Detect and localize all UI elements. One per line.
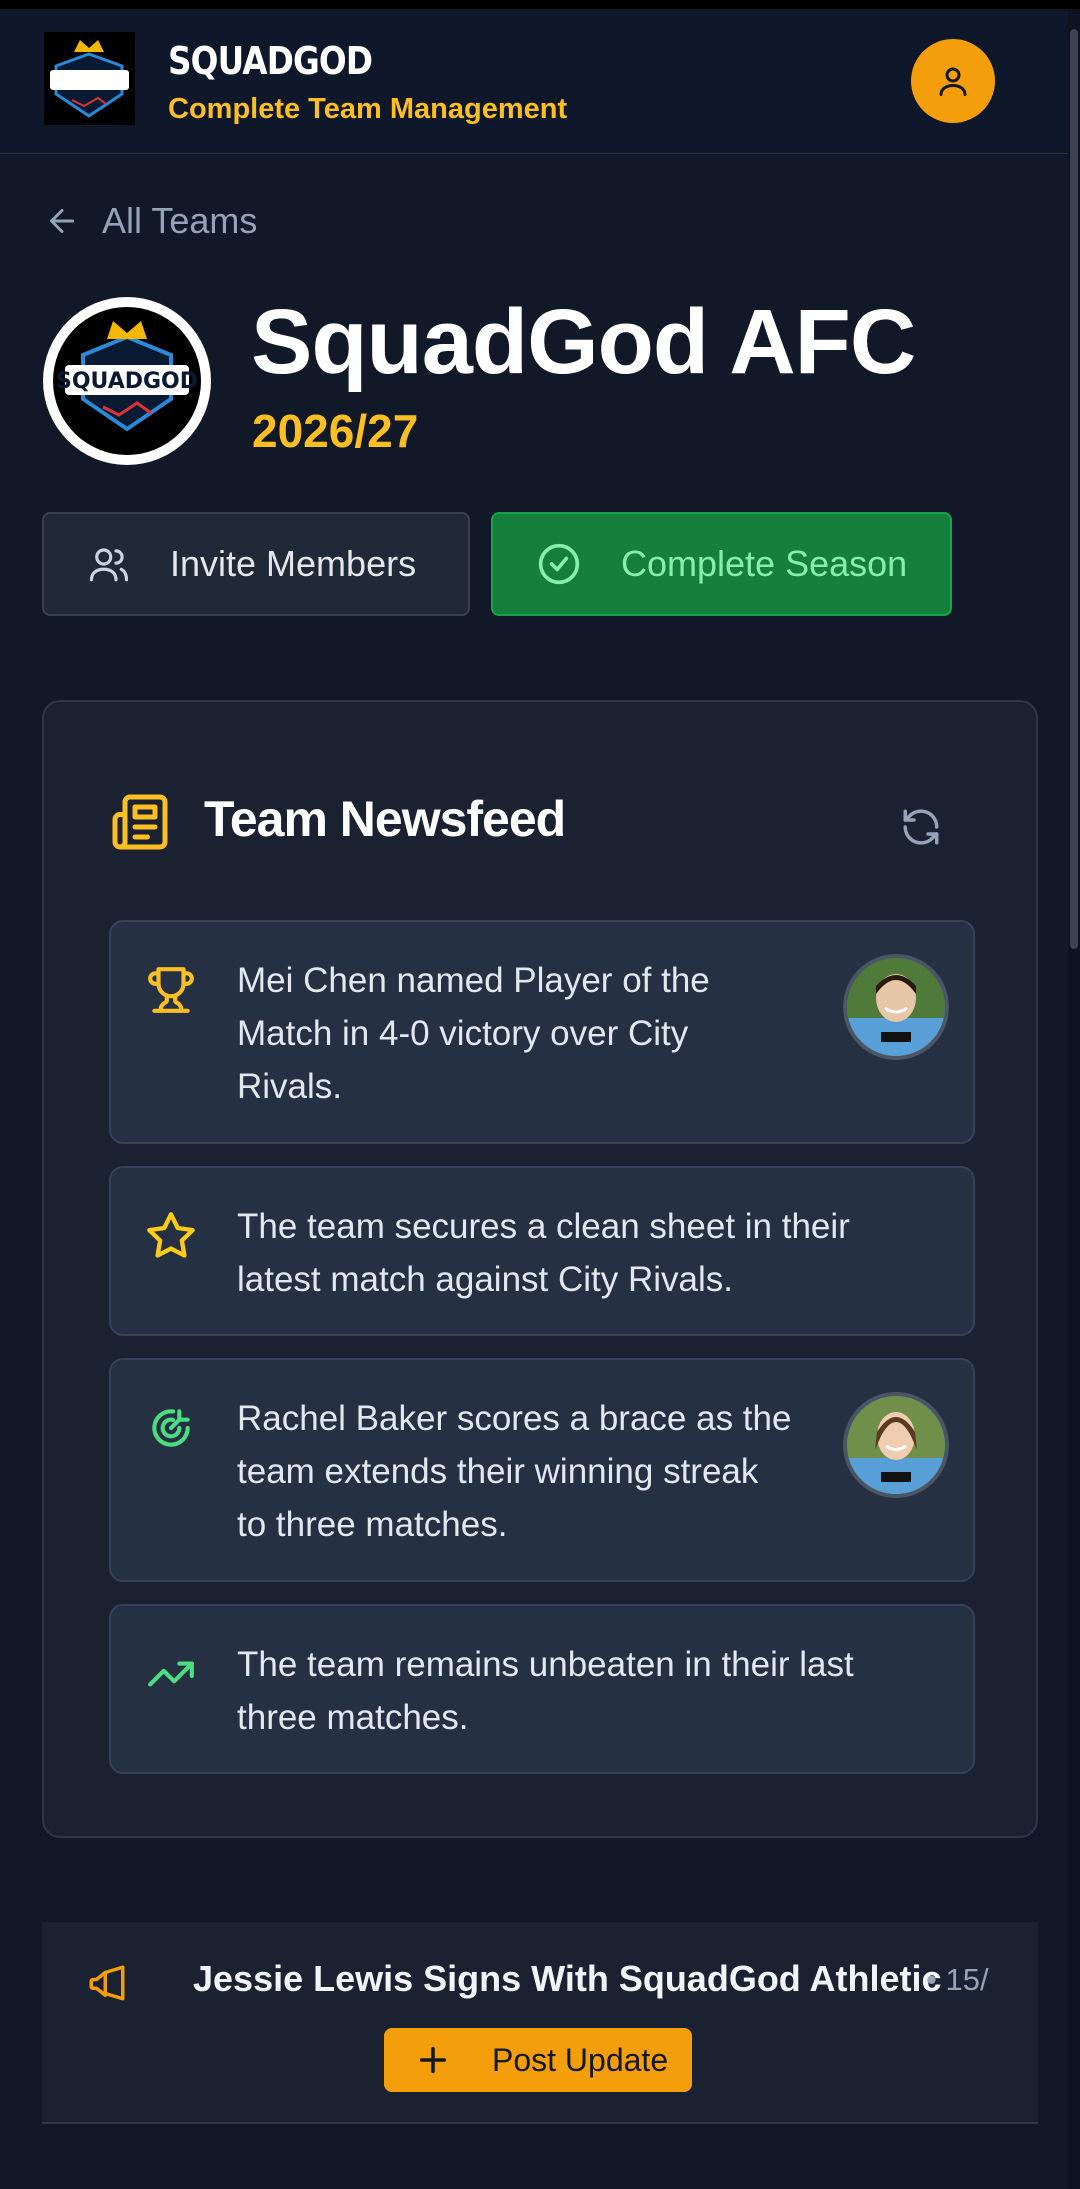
team-logo-text: SQUADGOD: [56, 369, 198, 394]
team-newsfeed-card: Team Newsfeed Mei Chen named Player of t…: [42, 700, 1038, 1838]
refresh-icon[interactable]: [900, 806, 942, 853]
team-name: SquadGod AFC: [251, 291, 916, 393]
user-icon: [939, 67, 967, 96]
back-label: All Teams: [102, 200, 258, 241]
back-to-all-teams-link[interactable]: All Teams: [44, 200, 257, 242]
invite-members-button[interactable]: Invite Members: [42, 512, 470, 616]
news-item[interactable]: Mei Chen named Player of the Match in 4-…: [109, 920, 975, 1144]
scrollbar[interactable]: [1068, 9, 1080, 2189]
announcement-banner: Jessie Lewis Signs With SquadGod Athleti…: [42, 1922, 1038, 2124]
trophy-icon: [145, 964, 197, 1016]
player-avatar[interactable]: [843, 954, 949, 1060]
app-header: SQUADGOD Complete Team Management: [0, 9, 1068, 154]
post-update-button[interactable]: Post Update: [384, 2028, 692, 2092]
scrollbar-thumb[interactable]: [1070, 29, 1078, 949]
team-season: 2026/27: [252, 405, 419, 457]
news-item[interactable]: The team secures a clean sheet in their …: [109, 1166, 975, 1336]
news-item-text: The team secures a clean sheet in their …: [237, 1207, 850, 1299]
player-avatar[interactable]: [843, 1392, 949, 1498]
announcement-text[interactable]: Jessie Lewis Signs With SquadGod Athleti…: [193, 1958, 941, 2000]
brand-tagline: Complete Team Management: [168, 93, 568, 125]
post-update-label: Post Update: [492, 2041, 669, 2078]
user-menu-button[interactable]: [911, 39, 995, 123]
news-item[interactable]: The team remains unbeaten in their last …: [109, 1604, 975, 1774]
news-item-text: The team remains unbeaten in their last …: [237, 1645, 854, 1737]
check-circle-icon: [538, 543, 580, 585]
team-crest-icon: SQUADGOD: [56, 321, 198, 432]
arrow-left-icon: [50, 209, 74, 233]
top-strip: [0, 0, 1080, 9]
invite-members-label: Invite Members: [170, 543, 417, 584]
brand-name: SQUADGOD: [168, 39, 373, 83]
news-item-text: Mei Chen named Player of the Match in 4-…: [237, 961, 710, 1106]
complete-season-label: Complete Season: [621, 543, 908, 584]
complete-season-button[interactable]: Complete Season: [491, 512, 952, 616]
newsfeed-title: Team Newsfeed: [204, 791, 566, 847]
users-icon: [89, 548, 129, 582]
trending-up-icon: [145, 1648, 197, 1700]
plus-icon: [419, 2046, 447, 2074]
squadgod-crest-icon[interactable]: [44, 32, 135, 125]
megaphone-icon: [86, 1962, 128, 2009]
goal-target-icon: [145, 1402, 197, 1454]
announcement-meta: • 15/: [926, 1962, 989, 1997]
news-item[interactable]: Rachel Baker scores a brace as the team …: [109, 1358, 975, 1582]
team-logo: SQUADGOD: [43, 297, 211, 465]
news-item-text: Rachel Baker scores a brace as the team …: [237, 1399, 792, 1544]
newspaper-icon: [110, 792, 170, 857]
star-icon: [145, 1210, 197, 1262]
